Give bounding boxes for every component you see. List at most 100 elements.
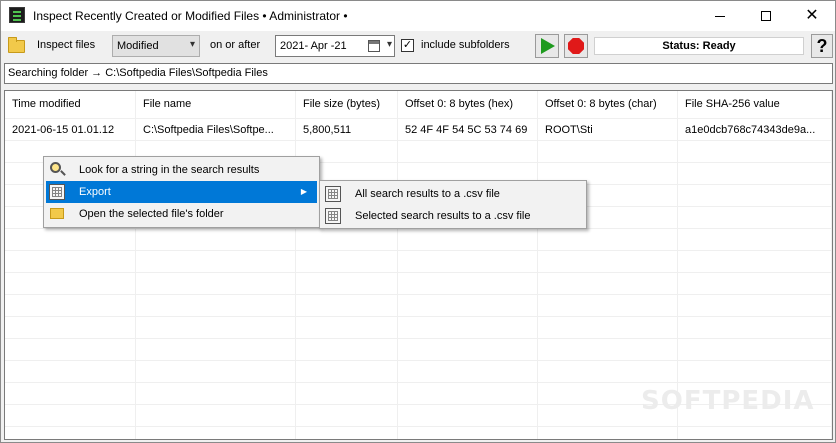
search-path-field: Searching folder → C:\Softpedia Files\So… [4,63,833,84]
empty-cell [136,427,296,439]
empty-cell [398,251,538,272]
empty-cell [136,361,296,382]
empty-row [5,273,832,295]
empty-cell [5,427,136,439]
close-button[interactable]: ✕ [789,1,835,31]
start-search-button[interactable] [535,34,559,58]
empty-cell [538,427,678,439]
empty-cell [538,251,678,272]
empty-cell [678,251,832,272]
folder-icon [8,37,25,53]
empty-cell [136,339,296,360]
empty-cell [296,229,398,250]
status-text: Status: Ready [594,37,804,55]
table-cell: ROOT\Sti [538,119,678,140]
empty-cell [398,427,538,439]
menu-item-label: Open the selected file's folder [79,208,224,220]
toolbar: Inspect files Modified ▾ on or after 202… [1,31,835,61]
submenu-arrow-icon: ▶ [300,187,307,196]
empty-cell [538,141,678,162]
date-value: 2021- Apr -21 [280,40,347,52]
inspect-files-label: Inspect files [37,39,96,51]
column-header[interactable]: File size (bytes) [296,91,398,118]
choose-folder-button[interactable] [6,35,26,55]
softpedia-watermark: SOFTPEDIA [641,386,815,416]
mode-select[interactable]: Modified ▾ [112,35,200,57]
help-button[interactable]: ? [811,34,833,58]
grid-icon [325,208,341,224]
maximize-icon [761,11,771,21]
minimize-icon [715,15,725,17]
empty-cell [678,317,832,338]
empty-row [5,317,832,339]
empty-cell [296,295,398,316]
menu-item-export-selected-csv[interactable]: Selected search results to a .csv file [322,205,584,227]
empty-cell [136,229,296,250]
mode-select-value: Modified [117,40,159,52]
close-icon: ✕ [805,7,819,24]
empty-cell [296,273,398,294]
empty-cell [136,295,296,316]
play-icon [541,38,555,54]
empty-cell [5,361,136,382]
empty-cell [678,229,832,250]
maximize-button[interactable] [743,1,789,31]
empty-row [5,295,832,317]
menu-item-find-string[interactable]: Look for a string in the search results [46,159,317,181]
context-menu: Look for a string in the search results … [43,156,320,228]
empty-cell [398,405,538,426]
empty-cell [398,229,538,250]
menu-item-label: Look for a string in the search results [79,164,260,176]
empty-cell [398,273,538,294]
table-row[interactable]: 2021-06-15 01.01.12 C:\Softpedia Files\S… [5,119,832,141]
empty-cell [5,251,136,272]
column-header[interactable]: File name [136,91,296,118]
empty-cell [538,361,678,382]
column-header[interactable]: Offset 0: 8 bytes (char) [538,91,678,118]
empty-cell [678,185,832,206]
empty-cell [678,141,832,162]
empty-cell [538,317,678,338]
empty-cell [5,405,136,426]
chevron-down-icon: ▾ [189,39,195,50]
window-title: Inspect Recently Created or Modified Fil… [33,9,348,23]
export-submenu: All search results to a .csv file Select… [319,180,587,229]
empty-cell [136,405,296,426]
menu-item-label: Export [79,186,111,198]
table-cell: 2021-06-15 01.01.12 [5,119,136,140]
column-header[interactable]: Offset 0: 8 bytes (hex) [398,91,538,118]
menu-item-export[interactable]: Export ▶ [46,181,317,203]
empty-cell [296,427,398,439]
empty-row [5,427,832,439]
column-header[interactable]: File SHA-256 value [678,91,832,118]
empty-row [5,251,832,273]
on-or-after-label: on or after [210,39,261,51]
column-header[interactable]: Time modified [5,91,136,118]
empty-cell [678,361,832,382]
empty-cell [5,273,136,294]
empty-cell [538,339,678,360]
table-cell: 5,800,511 [296,119,398,140]
date-picker[interactable]: 2021- Apr -21 ▾ [275,35,395,57]
empty-cell [398,141,538,162]
stop-search-button[interactable] [564,34,588,58]
menu-item-export-all-csv[interactable]: All search results to a .csv file [322,183,584,205]
empty-cell [538,295,678,316]
menu-item-label: Selected search results to a .csv file [355,210,531,222]
title-bar: Inspect Recently Created or Modified Fil… [1,1,835,31]
calendar-icon [368,40,380,52]
empty-cell [398,295,538,316]
app-window: Inspect Recently Created or Modified Fil… [0,0,836,443]
empty-cell [398,317,538,338]
minimize-button[interactable] [697,1,743,31]
empty-cell [678,427,832,439]
table-cell: C:\Softpedia Files\Softpe... [136,119,296,140]
folder-open-icon [50,208,64,219]
empty-row [5,339,832,361]
empty-row [5,229,832,251]
include-subfolders-checkbox[interactable]: ✓ [401,39,414,52]
include-subfolders-label: include subfolders [421,39,510,51]
empty-cell [5,383,136,404]
magnifier-icon [50,162,61,173]
menu-item-open-folder[interactable]: Open the selected file's folder [46,203,317,225]
